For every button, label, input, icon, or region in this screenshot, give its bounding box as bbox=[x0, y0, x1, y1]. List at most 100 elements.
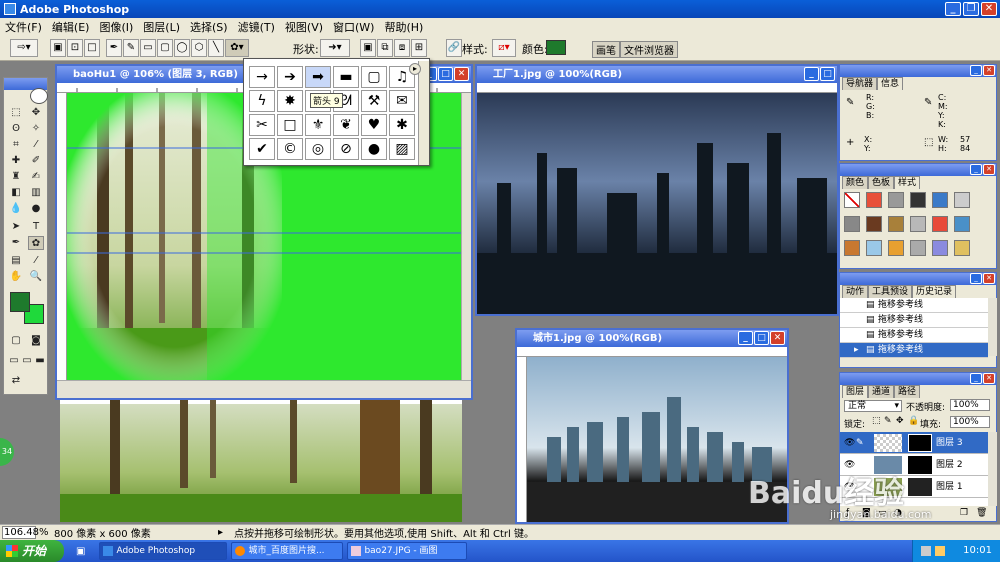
style-swatch[interactable] bbox=[844, 192, 860, 208]
photoshop-eye-icon[interactable] bbox=[30, 88, 48, 104]
menu-select[interactable]: 选择(S) bbox=[185, 19, 233, 35]
banner-icon[interactable]: ▬ bbox=[333, 66, 359, 88]
doc3-close-button[interactable]: ✕ bbox=[770, 331, 785, 345]
minimize-button[interactable]: _ bbox=[945, 2, 961, 16]
tab-tool-presets[interactable]: 工具预设 bbox=[868, 285, 913, 298]
tab-layers[interactable]: 图层 bbox=[842, 385, 869, 398]
lasso-tool-icon[interactable]: ʘ bbox=[8, 122, 24, 136]
status-arrow-icon[interactable]: ▸ bbox=[218, 527, 228, 538]
speech-bubble-icon[interactable]: ● bbox=[361, 138, 387, 160]
style-swatch[interactable] bbox=[954, 240, 970, 256]
line-tool-icon[interactable]: ╲ bbox=[208, 39, 224, 57]
navigator-panel-titlebar[interactable]: _ ✕ bbox=[840, 65, 996, 77]
style-swatch[interactable] bbox=[932, 216, 948, 232]
lock-image-icon[interactable]: ✎ bbox=[884, 416, 892, 426]
style-swatch[interactable] bbox=[866, 216, 882, 232]
healing-brush-icon[interactable]: ✚ bbox=[8, 154, 24, 168]
menu-file[interactable]: 文件(F) bbox=[0, 19, 47, 35]
standard-mode-icon[interactable]: ▢ bbox=[8, 334, 24, 348]
ellipse-tool-icon[interactable]: ◯ bbox=[174, 39, 190, 57]
blank-square-icon[interactable]: □ bbox=[277, 114, 303, 136]
frame-icon[interactable]: ▢ bbox=[361, 66, 387, 88]
style-swatch[interactable] bbox=[888, 240, 904, 256]
doc2-canvas[interactable] bbox=[477, 93, 837, 314]
no-symbol-icon[interactable]: ⊘ bbox=[333, 138, 359, 160]
history-close-button[interactable]: ✕ bbox=[983, 273, 995, 284]
brush-tool-icon[interactable]: ✐ bbox=[28, 154, 44, 168]
tab-swatches[interactable]: 色板 bbox=[868, 176, 895, 189]
envelope-icon[interactable]: ✉ bbox=[389, 90, 415, 112]
custom-shape-toolbox-icon[interactable]: ✿ bbox=[28, 236, 44, 250]
shape-picker-options-button[interactable]: ▸ bbox=[409, 63, 421, 75]
history-minimize-button[interactable]: _ bbox=[970, 273, 982, 284]
style-swatch[interactable] bbox=[932, 240, 948, 256]
custom-shape-picker[interactable]: →➔➡▬▢♫ϟ✸ᛉᘛ⚒✉✂□⚜❦♥✱✔©◎⊘●▨ 箭头 9 bbox=[243, 58, 430, 166]
hammer-icon[interactable]: ⚒ bbox=[361, 90, 387, 112]
show-desktop-icon[interactable]: ▣ bbox=[76, 546, 85, 557]
eraser-tool-icon[interactable]: ◧ bbox=[8, 186, 24, 200]
menu-layer[interactable]: 图层(L) bbox=[138, 19, 185, 35]
doc3-maximize-button[interactable]: □ bbox=[754, 331, 769, 345]
lock-transparency-icon[interactable]: ⬚ bbox=[872, 416, 881, 426]
doc2-titlebar[interactable]: 工厂1.jpg @ 100%(RGB) _ □ bbox=[477, 66, 837, 83]
arrow-medium-icon[interactable]: ➔ bbox=[277, 66, 303, 88]
tab-info[interactable]: 信息 bbox=[877, 77, 904, 90]
subtract-shape-area-icon[interactable]: ⧈ bbox=[394, 39, 410, 57]
start-button[interactable]: 开始 bbox=[0, 540, 64, 562]
menu-view[interactable]: 视图(V) bbox=[280, 19, 328, 35]
eyedropper-icon[interactable]: ⁄ bbox=[28, 254, 44, 268]
style-swatch[interactable] bbox=[866, 240, 882, 256]
history-item[interactable]: ▤ 拖移参考线 bbox=[840, 298, 988, 313]
tab-color[interactable]: 颜色 bbox=[842, 176, 869, 189]
style-swatch[interactable] bbox=[954, 192, 970, 208]
diagonal-hatch-icon[interactable]: ▨ bbox=[389, 138, 415, 160]
layers-close-button[interactable]: ✕ bbox=[983, 373, 995, 384]
menu-window[interactable]: 窗口(W) bbox=[328, 19, 379, 35]
lock-position-icon[interactable]: ✥ bbox=[896, 416, 904, 426]
custom-shape-tool-icon[interactable]: ✿▾ bbox=[225, 39, 249, 57]
polygon-tool-icon[interactable]: ⬡ bbox=[191, 39, 207, 57]
arrow-bold-icon[interactable]: ➡ bbox=[305, 66, 331, 88]
dodge-tool-icon[interactable]: ● bbox=[28, 202, 44, 216]
doc2-maximize-button[interactable]: □ bbox=[820, 67, 835, 81]
splat-icon[interactable]: ✱ bbox=[389, 114, 415, 136]
shape-picker-scrollbar[interactable] bbox=[418, 61, 429, 165]
document-window-factory[interactable]: 工厂1.jpg @ 100%(RGB) _ □ bbox=[475, 64, 839, 316]
tray-volume-icon[interactable] bbox=[935, 546, 945, 556]
layers-minimize-button[interactable]: _ bbox=[970, 373, 982, 384]
style-swatch[interactable] bbox=[888, 216, 904, 232]
history-item-current[interactable]: ▸ ▤ 拖移参考线 bbox=[840, 343, 988, 358]
shape-layers-button[interactable]: ▣ bbox=[50, 39, 66, 57]
style-swatch[interactable] bbox=[888, 192, 904, 208]
lightning-icon[interactable]: ϟ bbox=[249, 90, 275, 112]
magic-wand-icon[interactable]: ✧ bbox=[28, 122, 44, 136]
tab-history[interactable]: 历史记录 bbox=[912, 285, 957, 298]
pen-tool-icon[interactable]: ✒ bbox=[8, 236, 24, 250]
menu-edit[interactable]: 编辑(E) bbox=[47, 19, 95, 35]
new-shape-area-icon[interactable]: ▣ bbox=[360, 39, 376, 57]
styles-minimize-button[interactable]: _ bbox=[970, 164, 982, 175]
doc1-maximize-button[interactable]: □ bbox=[438, 67, 453, 81]
tab-paths[interactable]: 路径 bbox=[894, 385, 921, 398]
style-swatch[interactable] bbox=[910, 240, 926, 256]
lock-all-icon[interactable]: 🔒 bbox=[908, 416, 919, 426]
layers-scrollbar[interactable] bbox=[988, 432, 997, 506]
style-picker[interactable]: ⧄▾ bbox=[492, 39, 516, 57]
menu-filter[interactable]: 滤镜(T) bbox=[233, 19, 280, 35]
tab-actions[interactable]: 动作 bbox=[842, 285, 869, 298]
task-browser[interactable]: 城市_百度图片搜... bbox=[231, 542, 344, 560]
copyright-icon[interactable]: © bbox=[277, 138, 303, 160]
path-select-icon[interactable]: ➤ bbox=[8, 220, 24, 234]
history-scrollbar[interactable] bbox=[988, 298, 997, 356]
history-item[interactable]: ▤ 拖移参考线 bbox=[840, 313, 988, 328]
heart-icon[interactable]: ♥ bbox=[361, 114, 387, 136]
type-tool-icon[interactable]: T bbox=[28, 220, 44, 234]
slice-tool-icon[interactable]: ⁄ bbox=[28, 138, 44, 152]
menu-help[interactable]: 帮助(H) bbox=[379, 19, 428, 35]
tool-preset-picker[interactable]: ⇨▾ bbox=[10, 39, 38, 57]
doc1-horizontal-scrollbar[interactable] bbox=[57, 380, 471, 398]
menu-image[interactable]: 图像(I) bbox=[94, 19, 138, 35]
imageready-icon[interactable]: ⇄ bbox=[8, 374, 24, 388]
notes-tool-icon[interactable]: ▤ bbox=[8, 254, 24, 268]
crop-tool-icon[interactable]: ⌗ bbox=[8, 138, 24, 152]
